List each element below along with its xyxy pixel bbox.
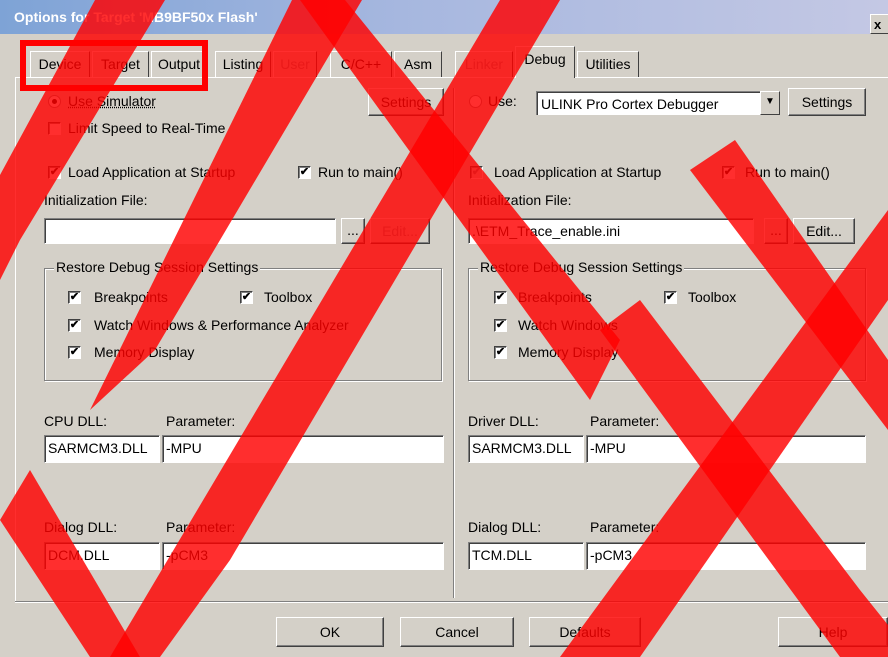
right-init-file-edit-button[interactable]: Edit... <box>793 218 855 244</box>
title-bar: Options for Target 'MB9BF50x Flash' <box>0 0 888 34</box>
right-load-app-checkbox[interactable]: ✔ <box>470 166 483 179</box>
right-run-to-main-label: Run to main() <box>745 163 830 181</box>
cpu-param-input[interactable]: -MPU <box>162 435 444 463</box>
use-simulator-label[interactable]: Use Simulator <box>68 92 156 110</box>
run-to-main-label: Run to main() <box>318 163 403 181</box>
driver-dll-label: Driver DLL: <box>468 412 539 430</box>
run-to-main-checkbox[interactable]: ✔ <box>298 166 311 179</box>
tab-asm[interactable]: Asm <box>394 51 442 77</box>
watch-windows-checkbox[interactable]: ✔ <box>68 319 81 332</box>
close-button[interactable]: x <box>870 14 888 34</box>
right-toolbox-label: Toolbox <box>688 288 736 306</box>
dialog-param-label: Parameter: <box>166 518 235 536</box>
driver-param-label: Parameter: <box>590 412 659 430</box>
tab-device[interactable]: Device <box>30 51 90 77</box>
watch-windows-label: Watch Windows & Performance Analyzer <box>94 316 349 334</box>
right-load-app-label: Load Application at Startup <box>494 163 661 181</box>
debugger-settings-button[interactable]: Settings <box>788 88 866 116</box>
init-file-input[interactable] <box>44 218 336 244</box>
right-restore-settings-legend: Restore Debug Session Settings <box>478 259 684 275</box>
right-watch-windows-checkbox[interactable]: ✔ <box>494 319 507 332</box>
driver-dll-input[interactable]: SARMCM3.DLL <box>468 435 584 463</box>
use-debugger-label[interactable]: Use: <box>488 92 517 110</box>
memory-display-label: Memory Display <box>94 343 194 361</box>
right-init-file-browse-button[interactable]: ... <box>764 218 788 244</box>
tab-cpp[interactable]: C/C++ <box>330 51 392 77</box>
right-dialog-dll-input[interactable]: TCM.DLL <box>468 542 584 570</box>
use-debugger-radio[interactable] <box>469 95 482 108</box>
right-init-file-input[interactable]: .\ETM_Trace_enable.ini <box>468 218 754 244</box>
ok-button[interactable]: OK <box>276 617 384 647</box>
right-memory-display-checkbox[interactable]: ✔ <box>494 346 507 359</box>
cpu-dll-input[interactable]: SARMCM3.DLL <box>44 435 160 463</box>
radio-selected-dot <box>52 99 57 104</box>
tab-output[interactable]: Output <box>151 51 207 77</box>
limit-speed-label: Limit Speed to Real-Time <box>68 119 225 137</box>
dialog-param-input[interactable]: -pCM3 <box>162 542 444 570</box>
cancel-button[interactable]: Cancel <box>400 617 514 647</box>
footer-divider <box>15 601 888 603</box>
chevron-down-icon[interactable]: ▼ <box>760 91 780 115</box>
dialog-dll-input[interactable]: DCM.DLL <box>44 542 160 570</box>
load-app-label: Load Application at Startup <box>68 163 235 181</box>
cpu-dll-label: CPU DLL: <box>44 412 107 430</box>
load-app-checkbox[interactable]: ✔ <box>48 166 61 179</box>
defaults-button[interactable]: Defaults <box>529 617 641 647</box>
debugger-select[interactable]: ULINK Pro Cortex Debugger <box>536 91 762 115</box>
cpu-param-label: Parameter: <box>166 412 235 430</box>
right-toolbox-checkbox[interactable]: ✔ <box>664 291 677 304</box>
right-dialog-param-input[interactable]: -pCM3 <box>586 542 866 570</box>
column-divider <box>453 88 455 598</box>
toolbox-label: Toolbox <box>264 288 312 306</box>
tab-target[interactable]: Target <box>92 51 149 77</box>
right-watch-windows-label: Watch Windows <box>518 316 618 334</box>
init-file-browse-button[interactable]: ... <box>341 218 365 244</box>
tab-listing[interactable]: Listing <box>215 51 271 77</box>
toolbox-checkbox[interactable]: ✔ <box>240 291 253 304</box>
use-simulator-radio[interactable] <box>48 95 61 108</box>
dialog-dll-label: Dialog DLL: <box>44 518 117 536</box>
init-file-label: Initialization File: <box>44 191 148 209</box>
memory-display-checkbox[interactable]: ✔ <box>68 346 81 359</box>
window-title: Options for Target 'MB9BF50x Flash' <box>14 9 258 25</box>
breakpoints-label: Breakpoints <box>94 288 168 306</box>
tab-user[interactable]: User <box>273 51 317 77</box>
restore-settings-legend: Restore Debug Session Settings <box>54 259 260 275</box>
right-init-file-label: Initialization File: <box>468 191 572 209</box>
tab-linker[interactable]: Linker <box>455 51 513 77</box>
breakpoints-checkbox[interactable]: ✔ <box>68 291 81 304</box>
right-memory-display-label: Memory Display <box>518 343 618 361</box>
limit-speed-checkbox[interactable] <box>48 122 61 135</box>
right-breakpoints-label: Breakpoints <box>518 288 592 306</box>
help-button[interactable]: Help <box>778 617 888 647</box>
tab-utilities[interactable]: Utilities <box>577 51 639 77</box>
tab-debug[interactable]: Debug <box>515 46 575 78</box>
right-dialog-param-label: Parameter: <box>590 518 659 536</box>
right-breakpoints-checkbox[interactable]: ✔ <box>494 291 507 304</box>
right-run-to-main-checkbox[interactable]: ✔ <box>722 166 735 179</box>
init-file-edit-button[interactable]: Edit... <box>370 218 430 244</box>
right-dialog-dll-label: Dialog DLL: <box>468 518 541 536</box>
simulator-settings-button[interactable]: Settings <box>368 88 444 116</box>
driver-param-input[interactable]: -MPU <box>586 435 866 463</box>
